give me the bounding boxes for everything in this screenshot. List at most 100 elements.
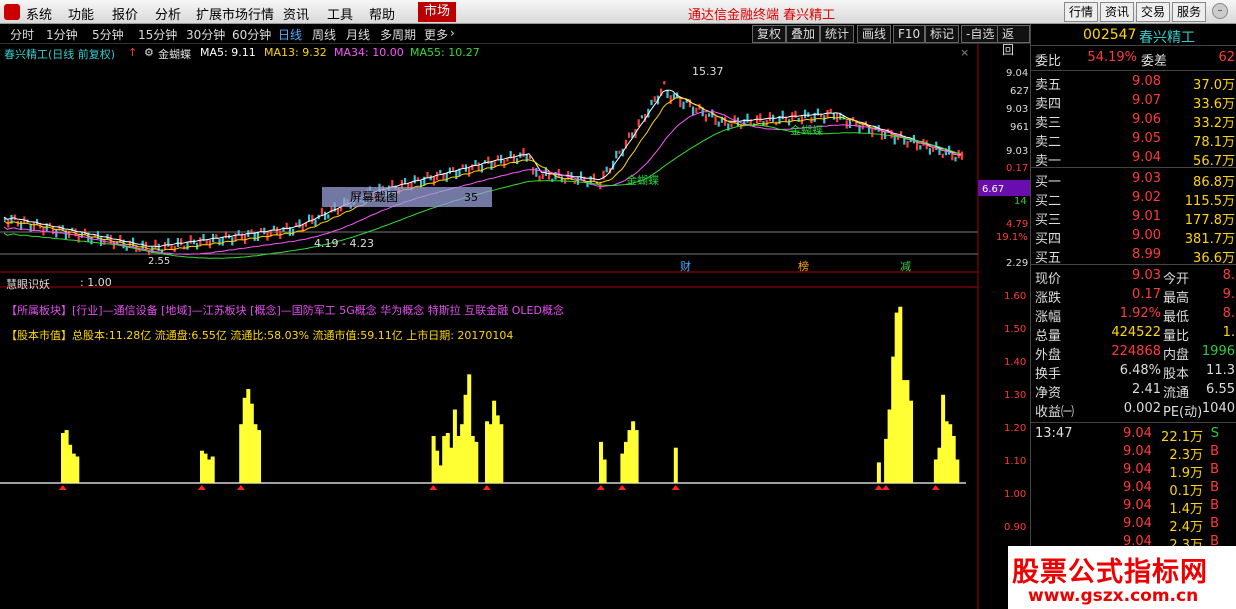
stat-row[interactable]: 涨跌 0.17 最高 9. — [1031, 287, 1236, 306]
indicator-bar — [620, 453, 625, 483]
indicator-bar — [449, 447, 454, 483]
ask-row[interactable]: 卖四 9.07 33.6万 — [1031, 93, 1236, 112]
btn-service[interactable]: 服务 — [1172, 2, 1207, 22]
indicator-bar — [941, 394, 946, 483]
sub-axis-label: 1.40 — [1004, 357, 1026, 368]
marker-ranking: 榜 — [798, 259, 809, 273]
tool-f10[interactable]: F10 — [893, 25, 926, 43]
bid-row[interactable]: 买三 9.01 177.8万 — [1031, 209, 1236, 228]
stat-row[interactable]: 涨幅 1.92% 最低 8. — [1031, 306, 1236, 325]
candle — [650, 99, 653, 106]
candle — [20, 221, 23, 230]
tick-row[interactable]: 9.04 1.4万 B — [1031, 498, 1236, 517]
period-5min[interactable]: 5分钟 — [92, 26, 124, 43]
window-title: 通达信金融终端 春兴精工 — [688, 8, 836, 23]
indicator-bar — [673, 447, 678, 483]
row-label: 卖四 — [1035, 97, 1062, 112]
menu-system[interactable]: 系统 — [26, 4, 52, 23]
stat-row[interactable]: 换手 6.48% 股本 11.3 — [1031, 363, 1236, 382]
menu-quote[interactable]: 报价 — [112, 4, 138, 23]
ask-row[interactable]: 卖三 9.06 33.2万 — [1031, 112, 1236, 131]
stat-row[interactable]: 总量 424522 量比 1. — [1031, 325, 1236, 344]
sub-axis-label: 1.60 — [1004, 291, 1026, 302]
indicator-bar — [488, 424, 493, 483]
tool-overlay[interactable]: 叠加 — [786, 25, 821, 43]
stat-row[interactable]: 现价 9.03 今开 8. — [1031, 268, 1236, 287]
tool-back[interactable]: 返回 — [997, 25, 1030, 57]
menu-help[interactable]: 帮助 — [369, 4, 395, 23]
period-multi[interactable]: 多周期 — [380, 26, 416, 43]
bid-row[interactable]: 买二 9.02 115.5万 — [1031, 190, 1236, 209]
weibi-label: 委比 — [1035, 54, 1062, 69]
indicator-bar — [624, 441, 628, 483]
candle — [432, 177, 435, 186]
menu-function[interactable]: 功能 — [68, 4, 94, 23]
row-label: 买一 — [1035, 175, 1062, 190]
marker-finance: 财 — [680, 259, 691, 273]
tick-row[interactable]: 9.04 0.1万 B — [1031, 480, 1236, 499]
period-monthly[interactable]: 月线 — [346, 26, 370, 43]
tick-side: B — [1210, 462, 1219, 477]
row-label-2: 内盘 — [1163, 348, 1190, 363]
candle — [666, 90, 669, 99]
menu-news[interactable]: 资讯 — [283, 4, 309, 23]
ask-row[interactable]: 卖一 9.04 56.7万 — [1031, 150, 1236, 169]
stat-row[interactable]: 净资 2.41 流通 6.55 — [1031, 382, 1236, 401]
chevron-right-icon[interactable]: › — [450, 26, 455, 40]
btn-quote[interactable]: 行情 — [1064, 2, 1099, 22]
period-1min[interactable]: 1分钟 — [46, 26, 78, 43]
sub-axis-label: 1.50 — [1004, 324, 1026, 335]
btn-trade[interactable]: 交易 — [1136, 2, 1171, 22]
bid-row[interactable]: 买一 9.03 86.8万 — [1031, 171, 1236, 190]
sub-indicator-name: 慧眼识妖 — [6, 278, 50, 291]
indicator-bar — [905, 380, 910, 483]
row-label: 现价 — [1035, 272, 1062, 287]
kline-chart[interactable]: 9.04 627 9.03 961 9.03 0.17 6.67 14 4.79… — [0, 44, 1030, 609]
candle — [714, 116, 717, 125]
candle — [576, 177, 579, 185]
tick-row[interactable]: 13:47 9.04 22.1万 S — [1031, 426, 1236, 445]
gear-icon[interactable]: ⚙ — [144, 46, 154, 59]
close-icon[interactable]: × — [960, 46, 969, 59]
buy-arrow-icon — [618, 484, 627, 490]
bid-row[interactable]: 买五 8.99 36.6万 — [1031, 247, 1236, 266]
period-more[interactable]: 更多 — [424, 26, 448, 43]
ask-row[interactable]: 卖五 9.08 37.0万 — [1031, 74, 1236, 93]
period-30min[interactable]: 30分钟 — [186, 26, 225, 43]
ask-row[interactable]: 卖二 9.05 78.1万 — [1031, 131, 1236, 150]
tool-watchlist[interactable]: -自选 — [961, 25, 1000, 43]
row-label-2: 今开 — [1163, 272, 1190, 287]
period-daily[interactable]: 日线 — [278, 26, 302, 43]
period-60min[interactable]: 60分钟 — [232, 26, 271, 43]
menu-market[interactable]: 市场 — [418, 2, 457, 22]
minimize-icon[interactable]: – — [1212, 3, 1228, 19]
watermark-url: www.gszx.com.cn — [1028, 586, 1199, 606]
tool-stats[interactable]: 统计 — [820, 25, 855, 43]
period-weekly[interactable]: 周线 — [312, 26, 336, 43]
row-label: 涨跌 — [1035, 291, 1062, 306]
candle — [516, 158, 519, 165]
menu-extended-market[interactable]: 扩展市场行情 — [196, 4, 274, 23]
tick-row[interactable]: 9.04 2.4万 B — [1031, 516, 1236, 535]
candle — [682, 101, 685, 110]
stat-row[interactable]: 外盘 224868 内盘 1996 — [1031, 344, 1236, 363]
candle — [468, 167, 471, 177]
row-label-2: PE(动) — [1163, 405, 1203, 420]
tool-draw[interactable]: 画线 — [857, 25, 892, 43]
stat-row[interactable]: 收益㈠ 0.002 PE(动) 1040 — [1031, 401, 1236, 420]
period-15min[interactable]: 15分钟 — [138, 26, 177, 43]
bid-row[interactable]: 买四 9.00 381.7万 — [1031, 228, 1236, 247]
indicator-bar — [71, 453, 76, 483]
candle — [893, 136, 896, 145]
tick-row[interactable]: 9.04 2.3万 B — [1031, 444, 1236, 463]
tool-adjust[interactable]: 复权 — [752, 25, 787, 43]
btn-news[interactable]: 资讯 — [1100, 2, 1135, 22]
tick-row[interactable]: 9.04 1.9万 B — [1031, 462, 1236, 481]
tool-mark[interactable]: 标记 — [925, 25, 960, 43]
menu-analysis[interactable]: 分析 — [155, 4, 181, 23]
period-timeshare[interactable]: 分时 — [10, 26, 34, 43]
tick-side: B — [1210, 516, 1219, 531]
row-label-2: 流通 — [1163, 386, 1190, 401]
menu-tools[interactable]: 工具 — [327, 4, 353, 23]
ma34-label: MA34: 10.00 — [334, 46, 404, 59]
